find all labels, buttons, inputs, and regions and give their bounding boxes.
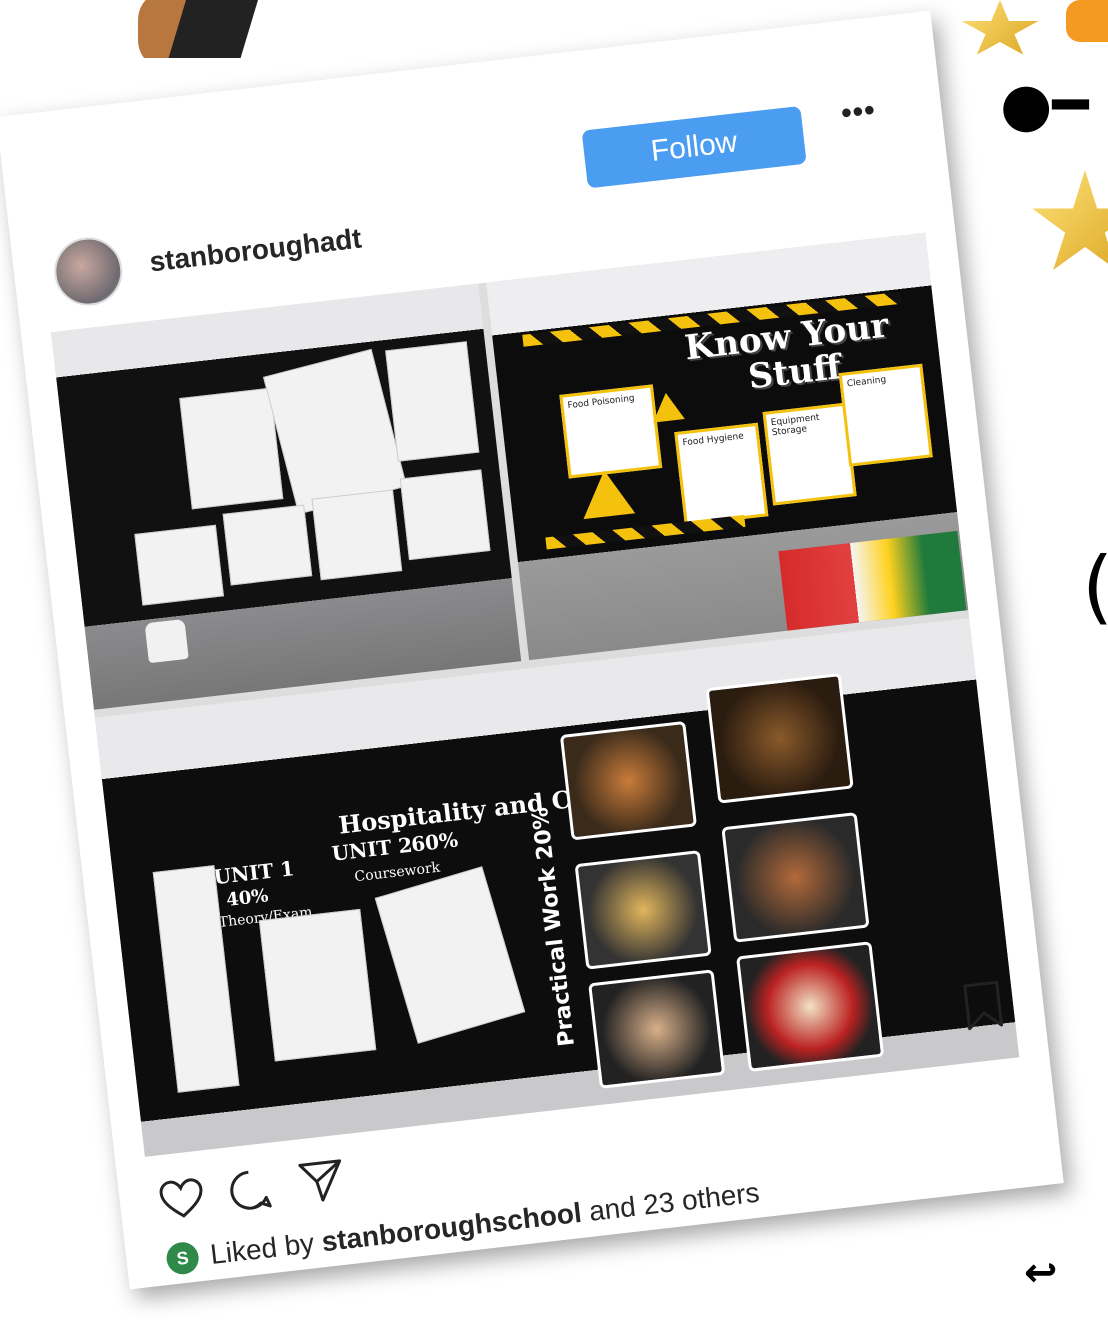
liked-by-suffix[interactable]: and 23 others xyxy=(587,1177,761,1227)
more-options-icon[interactable]: ••• xyxy=(839,94,877,132)
arrow-icon: ↩ xyxy=(1024,1250,1058,1296)
orange-shape xyxy=(1066,0,1108,42)
star-icon xyxy=(961,0,1039,55)
star-icon xyxy=(1032,170,1108,271)
username[interactable]: stanboroughadt xyxy=(148,223,363,279)
heart-icon[interactable] xyxy=(158,1177,206,1222)
post-photo-collage[interactable]: Know Your Stuff Food Poisoning Food Hygi… xyxy=(50,232,1020,1157)
share-icon[interactable] xyxy=(296,1157,347,1206)
decorative-bracket: ( xyxy=(1082,540,1108,633)
note-food-poisoning: Food Poisoning xyxy=(559,384,663,479)
warning-icon xyxy=(649,391,685,423)
note-equipment-storage: Equipment Storage xyxy=(762,402,857,506)
note-cleaning: Cleaning xyxy=(838,363,933,467)
comment-icon[interactable] xyxy=(227,1167,273,1213)
instagram-post-card: stanboroughadt Follow ••• Know Your Stuf… xyxy=(0,10,1064,1290)
photo-know-your-stuff-board: Know Your Stuff Food Poisoning Food Hygi… xyxy=(486,232,969,661)
avatar[interactable] xyxy=(50,233,126,310)
photo-hospitality-catering-board: Hospitality and Catering UNIT 1 40% Theo… xyxy=(94,618,1020,1157)
bookmark-icon[interactable] xyxy=(961,979,1006,1033)
unit1-percent: 40% xyxy=(225,885,270,911)
follow-button[interactable]: Follow xyxy=(581,105,807,189)
liked-by-prefix: Liked by xyxy=(208,1227,316,1270)
photo-afternoon-tea-board xyxy=(50,283,522,710)
unit1-label: UNIT 1 xyxy=(212,856,296,890)
bitmoji-avatar xyxy=(128,0,278,58)
decorative-squiggle: ●━ xyxy=(1000,70,1089,140)
unit2-percent: 60% xyxy=(409,827,460,857)
school-logo-icon[interactable]: S xyxy=(164,1240,201,1276)
practical-work-label: Practical Work 20% xyxy=(527,806,581,1048)
note-food-hygiene: Food Hygiene xyxy=(674,422,769,526)
warning-icon xyxy=(578,467,636,520)
